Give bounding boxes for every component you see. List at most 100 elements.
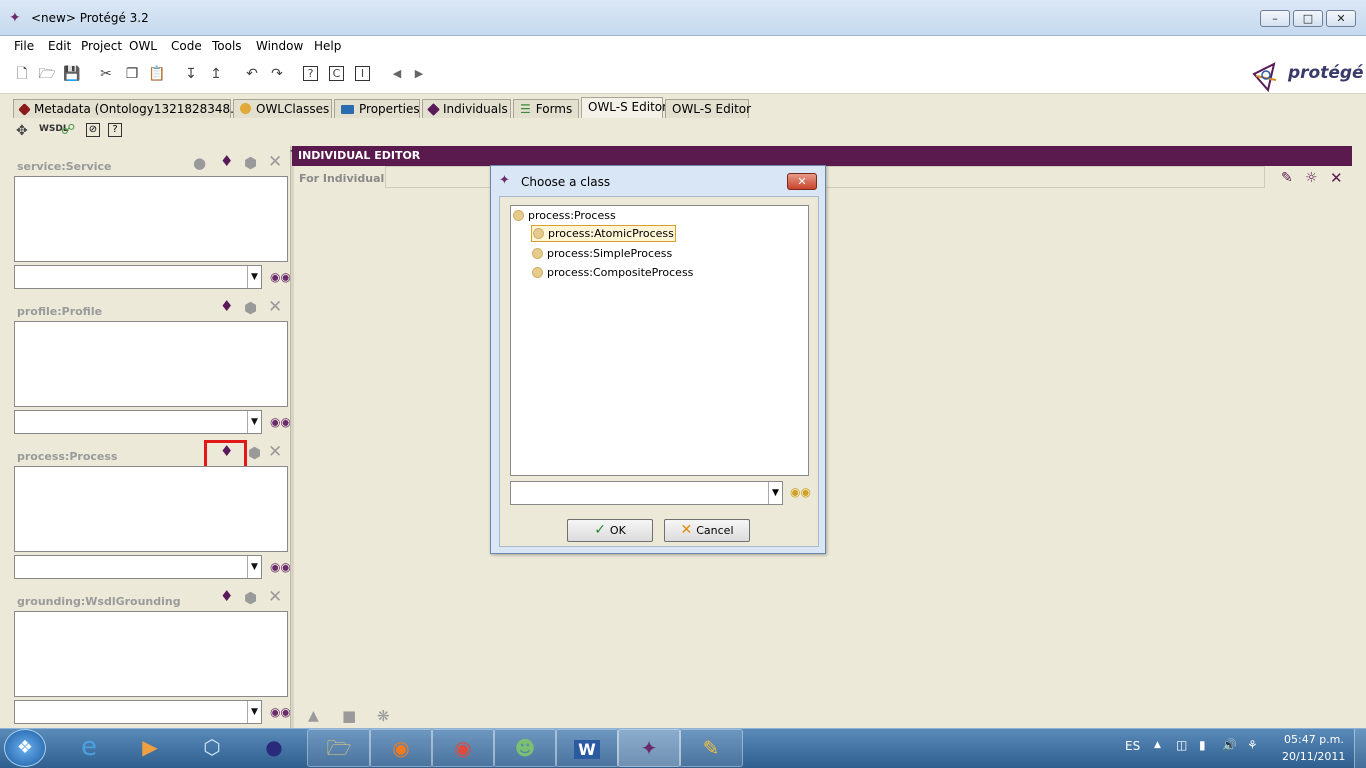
- media-player-icon[interactable]: ▶: [120, 729, 180, 767]
- tab-forms[interactable]: ☰ Forms: [513, 99, 579, 118]
- menu-edit[interactable]: Edit: [48, 39, 71, 53]
- binoculars-icon[interactable]: ◉◉: [790, 485, 811, 499]
- dialog-close-button[interactable]: ✕: [787, 173, 817, 190]
- tab-metadata[interactable]: Metadata (Ontology1321828348.owl): [13, 99, 259, 118]
- menu-owl[interactable]: OWL: [129, 39, 157, 53]
- layout-icon[interactable]: ✥: [16, 123, 28, 139]
- back-arrow-icon[interactable]: ◀: [388, 65, 406, 83]
- binoculars-icon[interactable]: ◉◉: [270, 270, 291, 284]
- clock-time[interactable]: 05:47 p.m.: [1284, 733, 1344, 746]
- delete-icon[interactable]: ✕: [268, 299, 282, 316]
- virtualbox-icon[interactable]: ⬡: [182, 729, 242, 767]
- individual-expr-icon[interactable]: I: [355, 66, 370, 81]
- tab-owlclasses[interactable]: OWLClasses: [233, 99, 332, 118]
- device-icon[interactable]: ◫: [1176, 738, 1187, 752]
- menu-file[interactable]: File: [14, 39, 34, 53]
- close-window-button[interactable]: ✕: [1326, 10, 1356, 27]
- word-icon[interactable]: W: [555, 729, 619, 767]
- open-folder-icon[interactable]: 🗁: [38, 65, 56, 83]
- forward-arrow-icon[interactable]: ▶: [410, 65, 428, 83]
- graph-icon[interactable]: ☍: [61, 122, 75, 138]
- chevron-down-icon[interactable]: ▼: [247, 411, 261, 433]
- help-box-icon[interactable]: ?: [108, 123, 122, 137]
- create-individual-icon[interactable]: ♦: [220, 153, 233, 169]
- process-list[interactable]: [14, 466, 288, 552]
- tray-expand-icon[interactable]: ▲: [1154, 740, 1161, 750]
- gray-hexagon-icon[interactable]: ⬢: [244, 300, 257, 316]
- settings-icon[interactable]: ☼: [1305, 170, 1318, 186]
- class-tree[interactable]: process:Process process:AtomicProcess pr…: [510, 205, 809, 476]
- copy-icon[interactable]: ❐: [123, 65, 141, 83]
- tab-individuals[interactable]: Individuals: [422, 99, 511, 118]
- binoculars-icon[interactable]: ◉◉: [270, 560, 291, 574]
- chevron-down-icon[interactable]: ▼: [247, 556, 261, 578]
- menu-window[interactable]: Window: [256, 39, 303, 53]
- edit-icon[interactable]: ✎: [1281, 170, 1293, 186]
- service-list[interactable]: [14, 176, 288, 262]
- cut-icon[interactable]: ✂: [97, 65, 115, 83]
- import-icon[interactable]: ↧: [182, 65, 200, 83]
- menu-project[interactable]: Project: [81, 39, 122, 53]
- tab-properties[interactable]: Properties: [334, 99, 420, 118]
- bottom-tool-2-icon[interactable]: ■: [342, 707, 356, 725]
- cancel-button[interactable]: ✕ Cancel: [664, 519, 750, 542]
- class-expr-icon[interactable]: C: [329, 66, 344, 81]
- tree-node-atomic-process-selected[interactable]: process:AtomicProcess: [531, 225, 676, 242]
- binoculars-icon[interactable]: ◉◉: [270, 415, 291, 429]
- tree-node-composite-process[interactable]: process:CompositeProcess: [532, 266, 693, 279]
- update-icon[interactable]: ⚘: [1247, 738, 1258, 752]
- minimize-button[interactable]: –: [1260, 10, 1290, 27]
- paste-icon[interactable]: 📋: [148, 65, 166, 83]
- volume-icon[interactable]: 🔊: [1222, 738, 1237, 752]
- messenger-icon[interactable]: ☻: [493, 729, 557, 767]
- gray-hexagon-icon[interactable]: ⬢: [244, 155, 257, 171]
- binoculars-icon[interactable]: ◉◉: [270, 705, 291, 719]
- gray-circle-icon[interactable]: ●: [193, 155, 206, 171]
- create-individual-icon[interactable]: ♦: [220, 588, 233, 604]
- ok-button[interactable]: ✓ OK: [567, 519, 653, 542]
- chevron-down-icon[interactable]: ▼: [768, 482, 782, 504]
- new-file-icon[interactable]: 🗋: [13, 65, 31, 83]
- service-combo[interactable]: ▼: [14, 265, 262, 289]
- tab-owls-editor-active[interactable]: OWL-S Editor: [581, 97, 667, 118]
- chevron-down-icon[interactable]: ▼: [247, 701, 261, 723]
- gray-hexagon-icon[interactable]: ⬢: [244, 590, 257, 606]
- query-icon[interactable]: ?: [303, 66, 318, 81]
- tab-owls-editor-2[interactable]: OWL-S Editor: [665, 99, 751, 118]
- network-icon[interactable]: ▮: [1199, 738, 1206, 752]
- close-box-icon[interactable]: ⊘: [86, 123, 100, 137]
- chevron-down-icon[interactable]: ▼: [247, 266, 261, 288]
- menu-tools[interactable]: Tools: [212, 39, 242, 53]
- profile-combo[interactable]: ▼: [14, 410, 262, 434]
- paint-icon[interactable]: ✎: [679, 729, 743, 767]
- protege-taskbar-icon[interactable]: ✦: [617, 729, 681, 767]
- grounding-list[interactable]: [14, 611, 288, 697]
- internet-explorer-icon[interactable]: e: [58, 729, 120, 767]
- firefox-icon[interactable]: ◉: [369, 729, 433, 767]
- tree-node-simple-process[interactable]: process:SimpleProcess: [532, 247, 672, 260]
- undo-icon[interactable]: ↶: [243, 65, 261, 83]
- show-desktop-button[interactable]: [1354, 729, 1366, 768]
- clock-date[interactable]: 20/11/2011: [1282, 750, 1345, 763]
- language-indicator[interactable]: ES: [1125, 739, 1140, 753]
- eclipse-icon[interactable]: ●: [244, 729, 304, 767]
- bottom-tool-1-icon[interactable]: ▲: [308, 708, 319, 724]
- menu-code[interactable]: Code: [171, 39, 202, 53]
- explorer-icon[interactable]: 🗁: [307, 729, 371, 767]
- chrome-icon[interactable]: ◉: [431, 729, 495, 767]
- menu-help[interactable]: Help: [314, 39, 341, 53]
- gray-hexagon-icon[interactable]: ⬢: [248, 445, 261, 461]
- grounding-combo[interactable]: ▼: [14, 700, 262, 724]
- delete-icon[interactable]: ✕: [268, 589, 282, 606]
- profile-list[interactable]: [14, 321, 288, 407]
- close-editor-icon[interactable]: ✕: [1330, 169, 1343, 187]
- splitter[interactable]: [290, 146, 294, 728]
- bottom-tool-3-icon[interactable]: ❋: [377, 707, 390, 725]
- start-button[interactable]: ❖: [4, 729, 46, 767]
- process-combo[interactable]: ▼: [14, 555, 262, 579]
- class-search-combo[interactable]: ▼: [510, 481, 783, 505]
- delete-icon[interactable]: ✕: [268, 444, 282, 461]
- maximize-button[interactable]: □: [1293, 10, 1323, 27]
- export-icon[interactable]: ↥: [207, 65, 225, 83]
- save-icon[interactable]: 💾: [63, 65, 81, 83]
